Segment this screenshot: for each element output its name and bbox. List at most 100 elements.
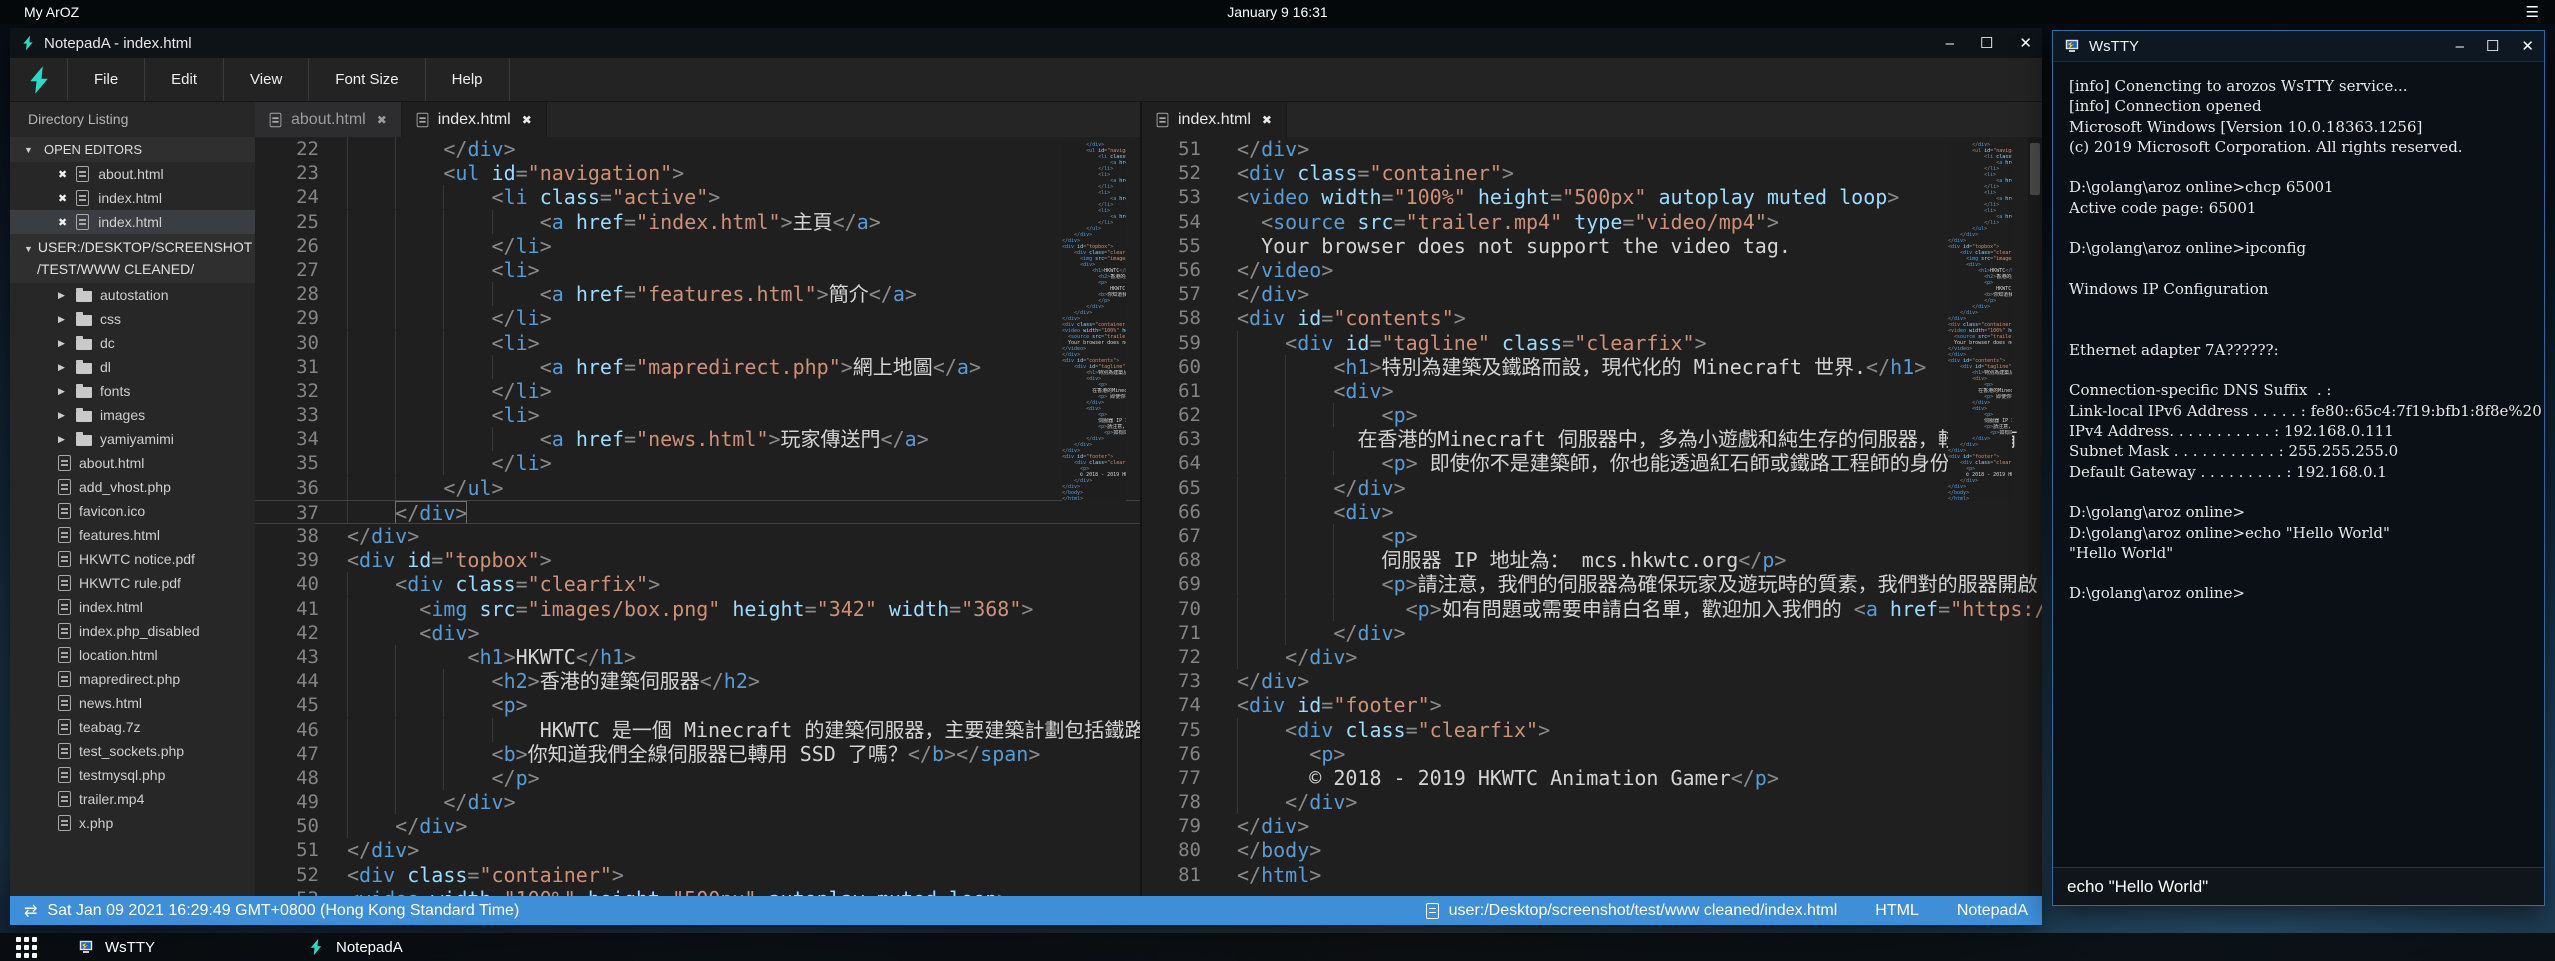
code-line: 71 </div> — [1142, 621, 2042, 645]
sidebar-file-item[interactable]: news.html — [10, 691, 255, 715]
statusbar-language[interactable]: HTML — [1875, 902, 1919, 920]
sidebar-folder-item[interactable]: ▶autostation — [10, 283, 255, 307]
line-number: 25 — [255, 210, 347, 234]
sidebar-folder-item[interactable]: ▶yamiyamimi — [10, 427, 255, 451]
close-button[interactable]: ✕ — [2521, 39, 2534, 54]
terminal-line — [2069, 218, 2544, 238]
menu-item-edit[interactable]: Edit — [145, 58, 224, 101]
editor-pane-right: index.html✖ 51</div>52<div class="contai… — [1142, 102, 2042, 896]
close-icon[interactable]: ✖ — [58, 168, 67, 181]
sidebar-folder-item[interactable]: ▶images — [10, 403, 255, 427]
sidebar-file-item[interactable]: teabag.7z — [10, 715, 255, 739]
menu-item-view[interactable]: View — [224, 58, 309, 101]
sidebar-folder-item[interactable]: ▶fonts — [10, 379, 255, 403]
tab-bar: about.html✖index.html✖ — [255, 102, 1140, 137]
file-icon — [76, 166, 89, 182]
code-line: 53<video width="100%" height="500px" aut… — [255, 887, 1140, 896]
line-number: 38 — [255, 524, 347, 548]
terminal-line: D:\golang\aroz online>ipconfig — [2069, 238, 2544, 258]
sidebar-file-item[interactable]: HKWTC notice.pdf — [10, 547, 255, 571]
statusbar-appname: NotepadA — [1957, 902, 2028, 920]
minimap-right[interactable]: </div> <ul id="navigation"> <li class="a… — [1948, 142, 2012, 502]
system-menu-title[interactable]: My ArOZ — [24, 4, 79, 20]
statusbar-time: Sat Jan 09 2021 16:29:49 GMT+0800 (Hong … — [47, 902, 519, 920]
terminal-line — [2069, 320, 2544, 340]
minimize-button[interactable]: – — [2456, 39, 2464, 54]
maximize-button[interactable]: ☐ — [2486, 39, 2499, 54]
open-editor-item[interactable]: ✖about.html — [10, 162, 255, 186]
sidebar-folder-item[interactable]: ▶dc — [10, 331, 255, 355]
terminal-line: Ethernet adapter 7A??????: — [2069, 340, 2544, 360]
sidebar-file-item[interactable]: index.php_disabled — [10, 619, 255, 643]
sidebar-file-item[interactable]: HKWTC rule.pdf — [10, 571, 255, 595]
open-editor-item[interactable]: ✖index.html — [10, 186, 255, 210]
code-line: 49 </div> — [255, 790, 1140, 814]
minimap-left[interactable]: </div> <ul id="navigation"> <li class="a… — [1062, 142, 1126, 502]
sidebar-file-item[interactable]: testmysql.php — [10, 763, 255, 787]
sidebar-file-item[interactable]: features.html — [10, 523, 255, 547]
scrollbar-thumb[interactable] — [2030, 143, 2040, 195]
hamburger-menu-icon[interactable]: ☰ — [2526, 3, 2539, 21]
sidebar-file-item[interactable]: about.html — [10, 451, 255, 475]
line-number: 74 — [1142, 693, 1237, 717]
code-line: 60 <h1>特別為建築及鐵路而設，現代化的 Minecraft 世界.</h1… — [1142, 355, 2042, 379]
terminal-line — [2069, 482, 2544, 502]
open-editor-item[interactable]: ✖index.html — [10, 210, 255, 234]
start-button[interactable] — [16, 937, 37, 958]
sidebar-file-item[interactable]: x.php — [10, 811, 255, 835]
minimize-button[interactable]: – — [1946, 36, 1954, 51]
taskbar-item-notepada[interactable]: NotepadA — [291, 933, 419, 961]
open-editors-header[interactable]: ▼ OPEN EDITORS — [10, 137, 255, 162]
folder-icon — [76, 435, 92, 446]
editor-scrollbar[interactable] — [2028, 137, 2042, 896]
editor-tab-about.html[interactable]: about.html✖ — [255, 102, 402, 137]
code-line: 64 <p> 即使你不是建築師，你也能透過紅石師或鐵路工程師的身份加入我 — [1142, 451, 2042, 475]
code-line: 79</div> — [1142, 814, 2042, 838]
folder-icon — [76, 411, 92, 422]
close-icon[interactable]: ✖ — [377, 113, 387, 127]
sidebar-file-item[interactable]: trailer.mp4 — [10, 787, 255, 811]
notepada-menubar: FileEditViewFont SizeHelp — [10, 58, 2042, 102]
close-button[interactable]: ✕ — [2019, 36, 2032, 51]
close-icon[interactable]: ✖ — [58, 216, 67, 229]
close-icon[interactable]: ✖ — [522, 113, 532, 127]
code-line: 29 </li> — [255, 306, 1140, 330]
menu-item-help[interactable]: Help — [426, 58, 510, 101]
notepada-titlebar[interactable]: NotepadA - index.html – ☐ ✕ — [10, 28, 2042, 58]
editor-tab-index.html[interactable]: index.html✖ — [402, 102, 547, 137]
wstty-titlebar[interactable]: WsTTY – ☐ ✕ — [2053, 31, 2544, 62]
terminal-input-text: echo "Hello World" — [2067, 877, 2208, 897]
sidebar-file-item[interactable]: add_vhost.php — [10, 475, 255, 499]
sidebar-file-item[interactable]: test_sockets.php — [10, 739, 255, 763]
sidebar-file-item[interactable]: index.html — [10, 595, 255, 619]
chevron-right-icon: ▶ — [58, 410, 68, 421]
sidebar-folder-item[interactable]: ▶css — [10, 307, 255, 331]
maximize-button[interactable]: ☐ — [1980, 36, 1993, 51]
code-editor-right[interactable]: 51</div>52<div class="container">53<vide… — [1142, 137, 2042, 896]
menu-item-file[interactable]: File — [68, 58, 145, 101]
code-line: 42 <div> — [255, 621, 1140, 645]
line-number: 44 — [255, 669, 347, 693]
code-line: 76 <p> — [1142, 742, 2042, 766]
line-number: 34 — [255, 427, 347, 451]
terminal-output[interactable]: [info] Conencting to arozos WsTTY servic… — [2053, 62, 2544, 867]
code-line: 44 <h2>香港的建築伺服器</h2> — [255, 669, 1140, 693]
line-number: 75 — [1142, 718, 1237, 742]
code-line: 63 在香港的Minecraft 伺服器中，多為小遊戲和純生存的伺服器，較少擁有 — [1142, 427, 2042, 451]
workspace-header[interactable]: ▼ USER:/DESKTOP/SCREENSHOT /TEST/WWW CLE… — [10, 234, 255, 283]
file-icon — [76, 190, 89, 206]
sidebar-file-item[interactable]: location.html — [10, 643, 255, 667]
file-icon — [58, 479, 71, 495]
code-line: 32 </li> — [255, 379, 1140, 403]
sidebar-file-item[interactable]: favicon.ico — [10, 499, 255, 523]
terminal-input[interactable]: echo "Hello World" — [2053, 867, 2544, 905]
sidebar-folder-item[interactable]: ▶dl — [10, 355, 255, 379]
menu-item-font-size[interactable]: Font Size — [309, 58, 425, 101]
close-icon[interactable]: ✖ — [58, 192, 67, 205]
sidebar-file-item[interactable]: mapredirect.php — [10, 667, 255, 691]
editor-tab-index.html[interactable]: index.html✖ — [1142, 102, 1287, 137]
taskbar-item-wstty[interactable]: WsTTY — [61, 933, 171, 961]
close-icon[interactable]: ✖ — [1262, 113, 1272, 127]
code-editor-left[interactable]: 22 </div>23 <ul id="navigation">24 <li c… — [255, 137, 1140, 896]
line-number: 29 — [255, 306, 347, 330]
